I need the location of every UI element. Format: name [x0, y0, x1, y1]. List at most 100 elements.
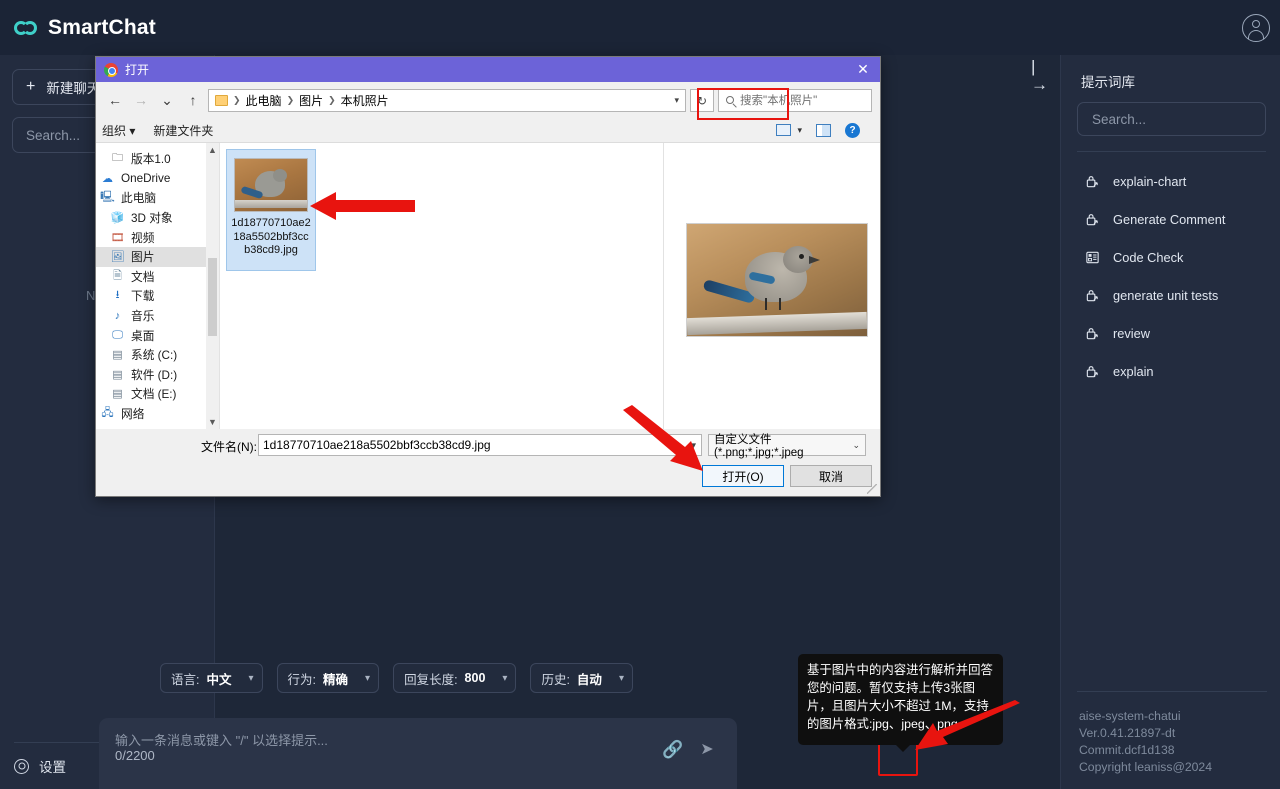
option-language[interactable]: 语言: 中文 ▾: [160, 663, 263, 693]
prompt-item-explain[interactable]: explain: [1061, 352, 1280, 390]
option-history-value: 自动: [576, 672, 602, 687]
tree-item-downloads[interactable]: ⭳ 下载: [96, 286, 219, 306]
version-line: aise-system-chatui: [1079, 709, 1181, 723]
tree-item-version1[interactable]: 🗀 版本1.0: [96, 149, 219, 169]
prompt-search-input[interactable]: Search...: [1077, 102, 1266, 136]
resize-grip[interactable]: [867, 484, 877, 494]
tree-item-pictures[interactable]: 🖼 图片: [96, 246, 219, 267]
file-list: 1d18770710ae218a5502bbf3ccb38cd9.jpg: [220, 143, 664, 429]
message-input-placeholder: 输入一条消息或键入 "/" 以选择提示...: [115, 733, 328, 748]
character-counter: 0/2200: [115, 748, 155, 763]
tree-item-label: 3D 对象: [131, 212, 173, 226]
panel-collapse-icon[interactable]: |→: [1031, 58, 1051, 94]
dialog-search-placeholder: 搜索"本机照片": [740, 95, 818, 107]
refresh-icon[interactable]: ↻: [690, 88, 714, 112]
tree-item-label: 图片: [131, 251, 155, 265]
prompt-label: explain-chart: [1113, 173, 1187, 189]
organize-button[interactable]: 组织 ▾: [102, 122, 135, 139]
prompt-item-generate-unit-tests[interactable]: generate unit tests: [1061, 276, 1280, 314]
lock-share-icon: [1086, 365, 1098, 377]
prompt-divider: [1077, 151, 1266, 152]
chevron-down-icon[interactable]: ▾: [797, 125, 802, 136]
tree-item-documents[interactable]: 🗎 文档: [96, 267, 219, 287]
open-button[interactable]: 打开(O): [702, 465, 784, 487]
video-icon: 🎞: [110, 231, 125, 244]
prompt-item-code-check[interactable]: Code Check: [1061, 238, 1280, 276]
breadcrumb[interactable]: ❯ 此电脑 ❯ 图片 ❯ 本机照片 ▾: [208, 88, 686, 112]
forward-button[interactable]: →: [130, 89, 152, 111]
prompt-library-title: 提示词库: [1081, 75, 1135, 90]
drive-icon: ▤: [112, 368, 123, 381]
option-history[interactable]: 历史: 自动 ▾: [530, 663, 633, 693]
dialog-footer: 文件名(N): 1d18770710ae218a5502bbf3ccb38cd9…: [96, 429, 880, 496]
file-item[interactable]: 1d18770710ae218a5502bbf3ccb38cd9.jpg: [226, 149, 316, 271]
back-button[interactable]: ←: [104, 89, 126, 111]
chevron-down-icon[interactable]: ▾: [674, 95, 679, 106]
tree-item-label: 网络: [121, 408, 145, 422]
close-icon[interactable]: ✕: [852, 60, 874, 79]
user-avatar-icon[interactable]: [1242, 14, 1270, 42]
breadcrumb-item-0[interactable]: 此电脑: [246, 92, 282, 109]
prompt-item-review[interactable]: review: [1061, 314, 1280, 352]
tree-scrollbar[interactable]: ▲ ▼: [206, 143, 219, 429]
smartchat-logo-icon: [14, 18, 40, 38]
attach-tooltip: 基于图片中的内容进行解析并回答您的问题。暂仅支持上传3张图片，且图片大小不超过 …: [798, 654, 1003, 752]
send-icon[interactable]: ➤: [697, 740, 717, 760]
computer-icon: 🖳: [100, 191, 115, 204]
tree-item-videos[interactable]: 🎞 视频: [96, 227, 219, 247]
scrollbar-thumb[interactable]: [208, 258, 217, 336]
dialog-search-input[interactable]: 搜索"本机照片": [718, 88, 872, 112]
folder-icon: 🗀: [112, 152, 123, 165]
tree-item-network[interactable]: 🖧 网络: [96, 404, 219, 424]
chevron-down-icon[interactable]: ▾: [691, 440, 696, 451]
filename-label: 文件名(N):: [201, 440, 257, 454]
cloud-icon: ☁: [102, 172, 113, 185]
view-mode-icon[interactable]: [776, 124, 792, 136]
navigation-tree: 🗀 版本1.0 ☁ OneDrive 🖳 此电脑 🧊 3D 对象 🎞 视频 🖼 …: [96, 143, 220, 429]
chevron-down-icon[interactable]: ⌄: [852, 440, 860, 451]
message-composer[interactable]: 输入一条消息或键入 "/" 以选择提示... 0/2200 🔗 ➤: [99, 718, 737, 789]
scroll-up-icon[interactable]: ▲: [206, 143, 219, 157]
filename-input[interactable]: 1d18770710ae218a5502bbf3ccb38cd9.jpg ▾: [258, 434, 702, 456]
paperclip-icon[interactable]: 🔗: [662, 740, 683, 760]
help-icon[interactable]: ?: [845, 122, 860, 138]
breadcrumb-item-2[interactable]: 本机照片: [341, 92, 389, 109]
version-info: aise-system-chatui Ver.0.41.21897-dt Com…: [1079, 708, 1212, 776]
scroll-down-icon[interactable]: ▼: [206, 415, 219, 429]
file-thumbnail: [234, 158, 308, 212]
3d-objects-icon: 🧊: [110, 212, 125, 225]
tree-item-drive-c[interactable]: ▤ 系统 (C:): [96, 345, 219, 365]
tree-item-3d-objects[interactable]: 🧊 3D 对象: [96, 208, 219, 228]
option-language-value: 中文: [206, 672, 232, 687]
tree-item-this-pc[interactable]: 🖳 此电脑: [96, 188, 219, 208]
tree-item-drive-e[interactable]: ▤ 文档 (E:): [96, 384, 219, 404]
cancel-button[interactable]: 取消: [790, 465, 872, 487]
prompt-label: explain: [1113, 363, 1154, 379]
downloads-icon: ⭳: [115, 289, 120, 302]
attach-tooltip-text: 基于图片中的内容进行解析并回答您的问题。暂仅支持上传3张图片，且图片大小不超过 …: [807, 663, 993, 731]
breadcrumb-item-1[interactable]: 图片: [299, 92, 323, 109]
organize-label: 组织: [102, 123, 127, 138]
up-button[interactable]: ↑: [182, 89, 204, 111]
option-behavior[interactable]: 行为: 精确 ▾: [276, 663, 380, 693]
new-folder-button[interactable]: 新建文件夹: [153, 122, 213, 139]
tree-item-music[interactable]: ♪ 音乐: [96, 306, 219, 326]
prompt-library-sidebar: 提示词库 Search... explain-chart Generate Co…: [1060, 55, 1280, 789]
recent-locations-button[interactable]: ⌄: [156, 89, 178, 111]
prompt-item-explain-chart[interactable]: explain-chart: [1061, 162, 1280, 200]
filetype-select[interactable]: 自定义文件 (*.png;*.jpg;*.jpeg ⌄: [708, 434, 866, 459]
option-reply-length[interactable]: 回复长度: 800 ▾: [393, 663, 517, 693]
preview-image: [686, 223, 868, 337]
tree-item-desktop[interactable]: 🖵 桌面: [96, 325, 219, 345]
prompt-item-generate-comment[interactable]: Generate Comment: [1061, 200, 1280, 238]
tree-item-drive-d[interactable]: ▤ 软件 (D:): [96, 365, 219, 385]
chevron-down-icon: ▾: [502, 672, 508, 684]
settings-button[interactable]: 设置: [14, 756, 66, 776]
app-header: SmartChat: [0, 0, 1280, 55]
drive-icon: ▤: [112, 388, 123, 401]
tree-item-label: 系统 (C:): [131, 349, 178, 363]
chevron-down-icon: ▾: [129, 123, 136, 138]
tree-item-onedrive[interactable]: ☁ OneDrive: [96, 169, 219, 189]
option-reply-length-label: 回复长度:: [404, 672, 458, 687]
preview-pane-icon[interactable]: [816, 123, 831, 137]
